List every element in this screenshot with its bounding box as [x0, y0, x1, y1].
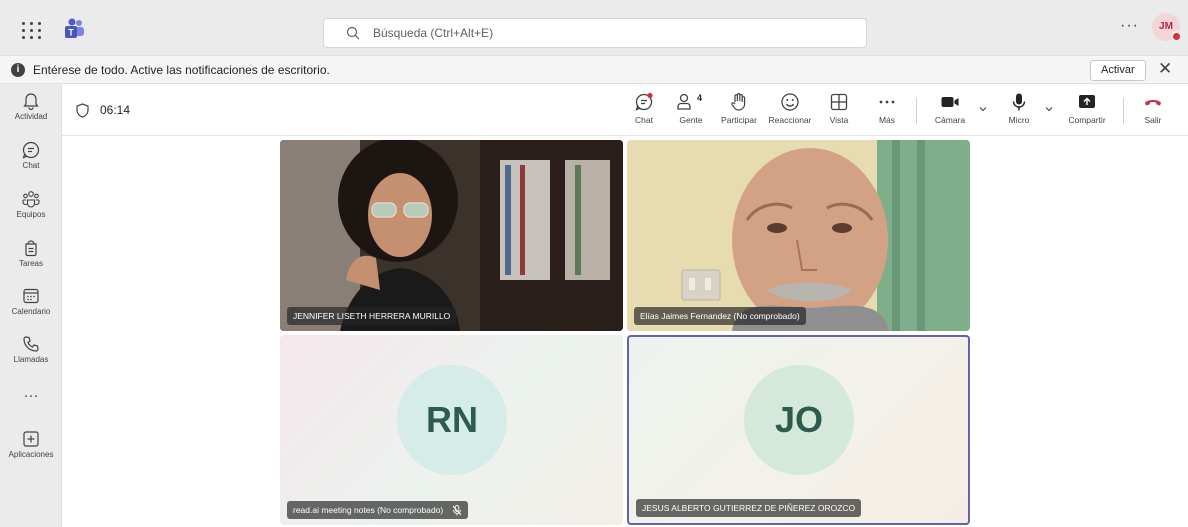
toolbar-label: Gente: [679, 115, 703, 125]
hang-up-icon: [1145, 100, 1161, 106]
toolbar-label: Chat: [635, 115, 653, 125]
participant-name: JENNIFER LISETH HERRERA MURILLO: [287, 307, 457, 325]
participant-video: [280, 140, 623, 331]
toolbar-divider: [916, 98, 917, 124]
presence-busy-icon: [1171, 31, 1182, 42]
rail-item-tasks[interactable]: Tareas: [0, 239, 62, 268]
settings-more-icon[interactable]: ···: [1120, 17, 1139, 35]
rail-label: Actividad: [14, 112, 48, 121]
leave-button[interactable]: Salir: [1138, 92, 1168, 125]
avatar[interactable]: JM: [1152, 13, 1182, 42]
meeting-timer: 06:14: [100, 103, 131, 117]
apps-icon: [23, 431, 39, 447]
more-icon: [879, 100, 895, 104]
teams-logo-icon: T: [65, 18, 84, 38]
react-button[interactable]: Reaccionar: [766, 92, 814, 125]
mic-icon: [1012, 93, 1026, 111]
tasks-icon: [25, 240, 37, 257]
search-icon: [346, 26, 360, 40]
chat-icon: [635, 92, 653, 111]
raise-hand-button[interactable]: Participar: [716, 92, 762, 125]
people-button[interactable]: 4 Gente: [674, 92, 708, 125]
participant-tile[interactable]: JENNIFER LISETH HERRERA MURILLO: [280, 140, 623, 331]
toolbar-label: Micro: [1008, 115, 1030, 125]
rail-item-apps[interactable]: Aplicaciones: [0, 430, 62, 459]
bell-icon: [23, 93, 39, 110]
toolbar-label: Reaccionar: [768, 115, 812, 125]
participant-video: [627, 140, 970, 331]
search-placeholder: Búsqueda (Ctrl+Alt+E): [373, 26, 494, 40]
phone-icon: [23, 336, 39, 352]
participant-name-tag: read.ai meeting notes (No comprobado): [287, 501, 468, 519]
view-button[interactable]: Vista: [824, 92, 854, 125]
participant-name: read.ai meeting notes (No comprobado): [293, 505, 444, 515]
info-icon: i: [11, 63, 25, 77]
toolbar-label: Vista: [829, 115, 849, 125]
title-bar: T Búsqueda (Ctrl+Alt+E) ··· JM: [0, 0, 1188, 56]
chevron-down-icon[interactable]: [1045, 105, 1053, 113]
more-actions-button[interactable]: Más: [872, 92, 902, 125]
rail-item-calls[interactable]: Llamadas: [0, 335, 62, 364]
share-button[interactable]: Compartir: [1063, 92, 1111, 125]
rail-label: Chat: [22, 161, 40, 170]
meeting-header: 06:14 Chat 4 Gente Participar Reaccionar: [62, 84, 1188, 136]
participant-name: Elías Jaimes Fernandez (No comprobado): [634, 307, 806, 325]
raise-hand-icon: [731, 93, 746, 111]
chat-icon: [22, 141, 40, 159]
search-input[interactable]: Búsqueda (Ctrl+Alt+E): [323, 18, 867, 48]
rail-item-calendar[interactable]: Calendario: [0, 287, 62, 316]
participant-avatar: RN: [397, 365, 507, 475]
meeting-stage: JENNIFER LISETH HERRERA MURILLO Elías Ja…: [62, 136, 1188, 527]
camera-button[interactable]: Cámara: [933, 92, 967, 125]
share-screen-icon: [1079, 95, 1095, 108]
toolbar-label: Más: [878, 115, 896, 125]
rail-label: Aplicaciones: [8, 450, 54, 459]
app-bar: Actividad Chat Equipos Tareas Calendario…: [0, 84, 62, 527]
close-icon[interactable]: ✕: [1158, 59, 1172, 79]
app-launcher-icon[interactable]: [22, 22, 42, 39]
participant-tile-active-speaker[interactable]: JO JESUS ALBERTO GUTIERREZ DE PIÑEREZ OR…: [627, 335, 970, 525]
people-icon: [677, 93, 691, 110]
activate-notifications-button[interactable]: Activar: [1090, 60, 1146, 81]
shield-icon: [76, 103, 89, 118]
avatar-initials: JM: [1159, 21, 1173, 32]
chevron-down-icon[interactable]: [979, 105, 987, 113]
mic-off-icon: [452, 505, 461, 516]
rail-more-icon[interactable]: ···: [0, 387, 62, 404]
teams-icon: [22, 191, 40, 208]
notification-banner: i Entérese de todo. Active las notificac…: [0, 56, 1188, 84]
rail-item-activity[interactable]: Actividad: [0, 92, 62, 121]
participant-tile[interactable]: Elías Jaimes Fernandez (No comprobado): [627, 140, 970, 331]
people-count: 4: [697, 93, 703, 103]
grid-view-icon: [830, 93, 848, 111]
participant-tile[interactable]: RN read.ai meeting notes (No comprobado): [280, 335, 623, 525]
toolbar-label: Salir: [1144, 115, 1162, 125]
toolbar-label: Compartir: [1068, 115, 1106, 125]
rail-label: Llamadas: [13, 355, 49, 364]
mic-button[interactable]: Micro: [1004, 92, 1034, 125]
rail-label: Equipos: [16, 210, 46, 219]
toolbar-label: Cámara: [934, 115, 966, 125]
participant-name: JESUS ALBERTO GUTIERREZ DE PIÑEREZ OROZC…: [636, 499, 862, 517]
rail-label: Calendario: [11, 307, 51, 316]
svg-text:T: T: [68, 28, 74, 38]
toolbar-divider: [1123, 98, 1124, 124]
toolbar-label: Participar: [721, 115, 757, 125]
rail-item-chat[interactable]: Chat: [0, 141, 62, 170]
rail-label: Tareas: [18, 259, 43, 268]
chat-button[interactable]: Chat: [629, 92, 659, 125]
participant-avatar: JO: [744, 365, 854, 475]
rail-item-teams[interactable]: Equipos: [0, 190, 62, 219]
smiley-icon: [781, 93, 799, 111]
calendar-icon: [23, 288, 39, 304]
camera-icon: [941, 97, 959, 107]
notification-message: Entérese de todo. Active las notificacio…: [33, 63, 330, 77]
